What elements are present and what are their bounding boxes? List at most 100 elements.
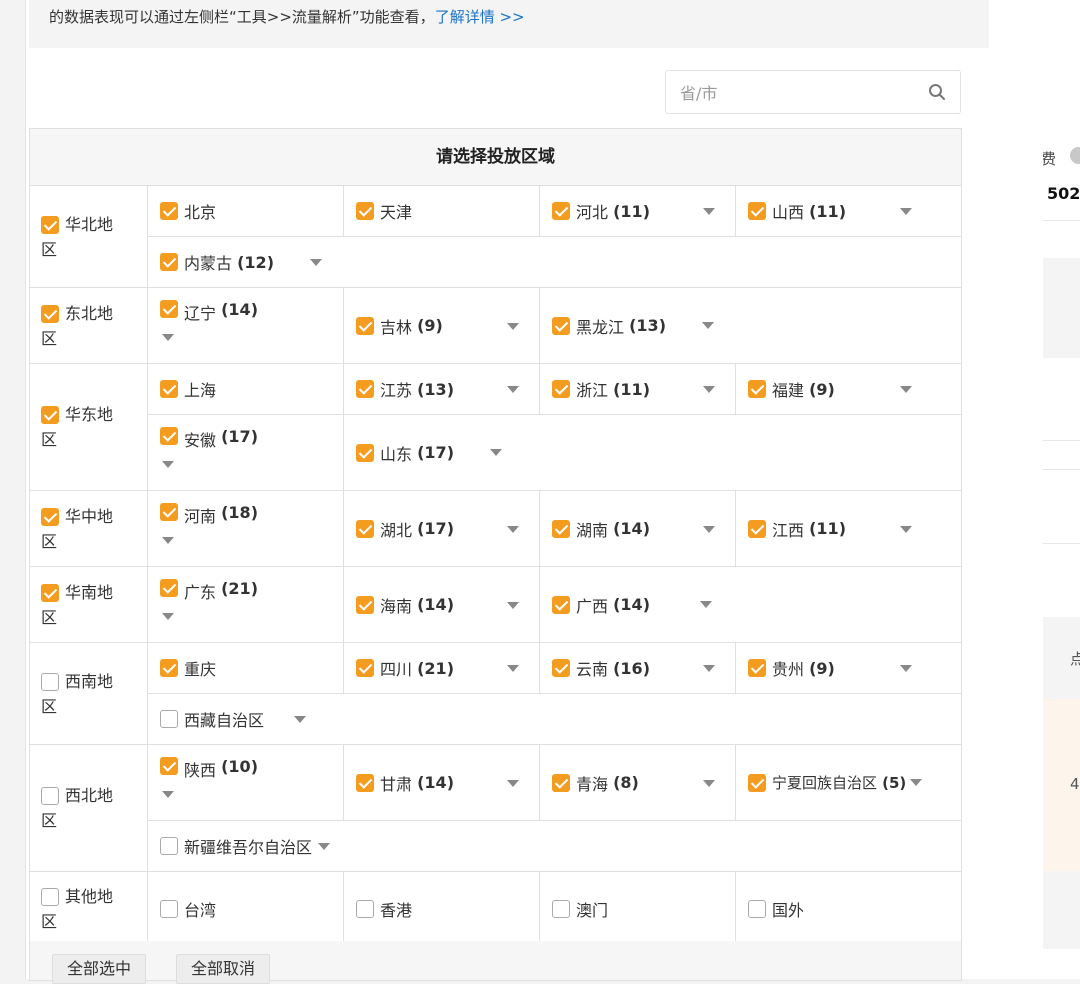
province-guizhou[interactable]: 贵州 (9)	[736, 643, 932, 693]
checkbox-shaanxi[interactable]	[160, 757, 178, 775]
province-anhui[interactable]: 安徽 (17)	[148, 415, 344, 490]
checkbox-sichuan[interactable]	[356, 659, 374, 677]
chevron-down-icon[interactable]	[310, 258, 322, 266]
chevron-down-icon[interactable]	[703, 386, 715, 393]
province-henan[interactable]: 河南 (18)	[148, 491, 344, 566]
chevron-down-icon[interactable]	[507, 322, 519, 330]
checkbox-jilin[interactable]	[356, 316, 374, 335]
province-guowai[interactable]: 国外	[736, 872, 932, 945]
chevron-down-icon[interactable]	[900, 386, 912, 393]
region-checkbox-northeast[interactable]	[41, 304, 59, 323]
checkbox-anhui[interactable]	[160, 427, 178, 445]
province-zhejiang[interactable]: 浙江 (11)	[540, 364, 736, 414]
province-guangdong[interactable]: 广东 (21)	[148, 567, 344, 642]
checkbox-qinghai[interactable]	[552, 773, 570, 792]
region-checkbox-southwest[interactable]	[41, 672, 59, 691]
chevron-down-icon[interactable]	[162, 537, 174, 544]
checkbox-guowai[interactable]	[748, 899, 766, 918]
province-taiwan[interactable]: 台湾	[148, 872, 344, 945]
province-beijing[interactable]: 北京	[148, 186, 344, 236]
chevron-down-icon[interactable]	[703, 779, 715, 787]
chevron-down-icon[interactable]	[700, 601, 712, 608]
checkbox-gansu[interactable]	[356, 773, 374, 792]
checkbox-jiangxi[interactable]	[748, 519, 766, 538]
deselect-all-button[interactable]: 全部取消	[176, 954, 271, 984]
checkbox-shanxi[interactable]	[748, 202, 766, 220]
province-heilongjiang[interactable]: 黑龙江 (13)	[540, 288, 961, 363]
province-chongqing[interactable]: 重庆	[148, 643, 344, 693]
checkbox-xizang[interactable]	[160, 710, 178, 728]
region-cell-south[interactable]: 华南地区	[30, 567, 148, 642]
province-aomen[interactable]: 澳门	[540, 872, 736, 945]
province-xizang[interactable]: 西藏自治区	[148, 694, 961, 744]
province-sichuan[interactable]: 四川 (21)	[344, 643, 540, 693]
checkbox-beijing[interactable]	[160, 202, 178, 220]
province-jilin[interactable]: 吉林 (9)	[344, 288, 540, 363]
chevron-down-icon[interactable]	[703, 525, 715, 533]
region-checkbox-other[interactable]	[41, 887, 59, 906]
checkbox-ningxia[interactable]	[748, 773, 766, 792]
checkbox-hunan[interactable]	[552, 519, 570, 538]
chevron-down-icon[interactable]	[507, 386, 519, 393]
checkbox-xianggang[interactable]	[356, 899, 374, 918]
checkbox-shanghai[interactable]	[160, 380, 178, 398]
learn-more-link[interactable]: 了解详情 >>	[435, 8, 525, 26]
chevron-down-icon[interactable]	[507, 779, 519, 787]
chevron-down-icon[interactable]	[507, 665, 519, 672]
chevron-down-icon[interactable]	[162, 334, 174, 341]
chevron-down-icon[interactable]	[318, 842, 331, 850]
region-cell-east[interactable]: 华东地区	[30, 364, 148, 490]
chevron-down-icon[interactable]	[162, 791, 174, 798]
checkbox-heilongjiang[interactable]	[552, 316, 570, 335]
region-checkbox-northwest[interactable]	[41, 787, 59, 805]
chevron-down-icon[interactable]	[900, 208, 912, 215]
chevron-down-icon[interactable]	[294, 715, 307, 723]
checkbox-neimenggu[interactable]	[160, 253, 178, 271]
region-cell-other[interactable]: 其他地区	[30, 872, 148, 945]
chevron-down-icon[interactable]	[162, 461, 174, 468]
region-checkbox-east[interactable]	[41, 406, 59, 424]
region-checkbox-south[interactable]	[41, 583, 59, 602]
province-jiangsu[interactable]: 江苏 (13)	[344, 364, 540, 414]
checkbox-hebei[interactable]	[552, 202, 570, 220]
province-ningxia[interactable]: 宁夏回族自治区 (5)	[736, 745, 932, 820]
province-xinjiang[interactable]: 新疆维吾尔自治区	[148, 821, 961, 871]
province-search-input[interactable]	[678, 80, 922, 106]
search-icon[interactable]	[928, 83, 946, 101]
province-shanghai[interactable]: 上海	[148, 364, 344, 414]
province-fujian[interactable]: 福建 (9)	[736, 364, 932, 414]
chevron-down-icon[interactable]	[507, 525, 519, 533]
region-cell-central[interactable]: 华中地区	[30, 491, 148, 566]
region-cell-north[interactable]: 华北地区	[30, 186, 148, 287]
checkbox-shandong[interactable]	[356, 443, 374, 462]
province-hainan[interactable]: 海南 (14)	[344, 567, 540, 642]
region-checkbox-north[interactable]	[41, 215, 59, 234]
checkbox-guizhou[interactable]	[748, 659, 766, 677]
province-yunnan[interactable]: 云南 (16)	[540, 643, 736, 693]
checkbox-tianjin[interactable]	[356, 202, 374, 220]
province-gansu[interactable]: 甘肃 (14)	[344, 745, 540, 820]
checkbox-guangdong[interactable]	[160, 579, 178, 597]
chevron-down-icon[interactable]	[490, 449, 502, 456]
checkbox-taiwan[interactable]	[160, 899, 178, 918]
province-shanxi[interactable]: 山西 (11)	[736, 186, 932, 236]
chevron-down-icon[interactable]	[703, 208, 715, 215]
chevron-down-icon[interactable]	[703, 665, 715, 672]
checkbox-henan[interactable]	[160, 503, 178, 521]
chevron-down-icon[interactable]	[162, 613, 174, 620]
province-neimenggu[interactable]: 内蒙古 (12)	[148, 237, 961, 287]
checkbox-hubei[interactable]	[356, 519, 374, 538]
region-cell-northeast[interactable]: 东北地区	[30, 288, 148, 363]
select-all-button[interactable]: 全部选中	[52, 954, 147, 984]
chevron-down-icon[interactable]	[910, 779, 923, 786]
chevron-down-icon[interactable]	[702, 322, 714, 329]
checkbox-liaoning[interactable]	[160, 300, 178, 318]
province-qinghai[interactable]: 青海 (8)	[540, 745, 736, 820]
province-liaoning[interactable]: 辽宁 (14)	[148, 288, 344, 363]
checkbox-xinjiang[interactable]	[160, 837, 178, 855]
province-xianggang[interactable]: 香港	[344, 872, 540, 945]
chevron-down-icon[interactable]	[900, 525, 912, 533]
province-jiangxi[interactable]: 江西 (11)	[736, 491, 932, 566]
region-checkbox-central[interactable]	[41, 507, 59, 526]
checkbox-hainan[interactable]	[356, 595, 374, 614]
